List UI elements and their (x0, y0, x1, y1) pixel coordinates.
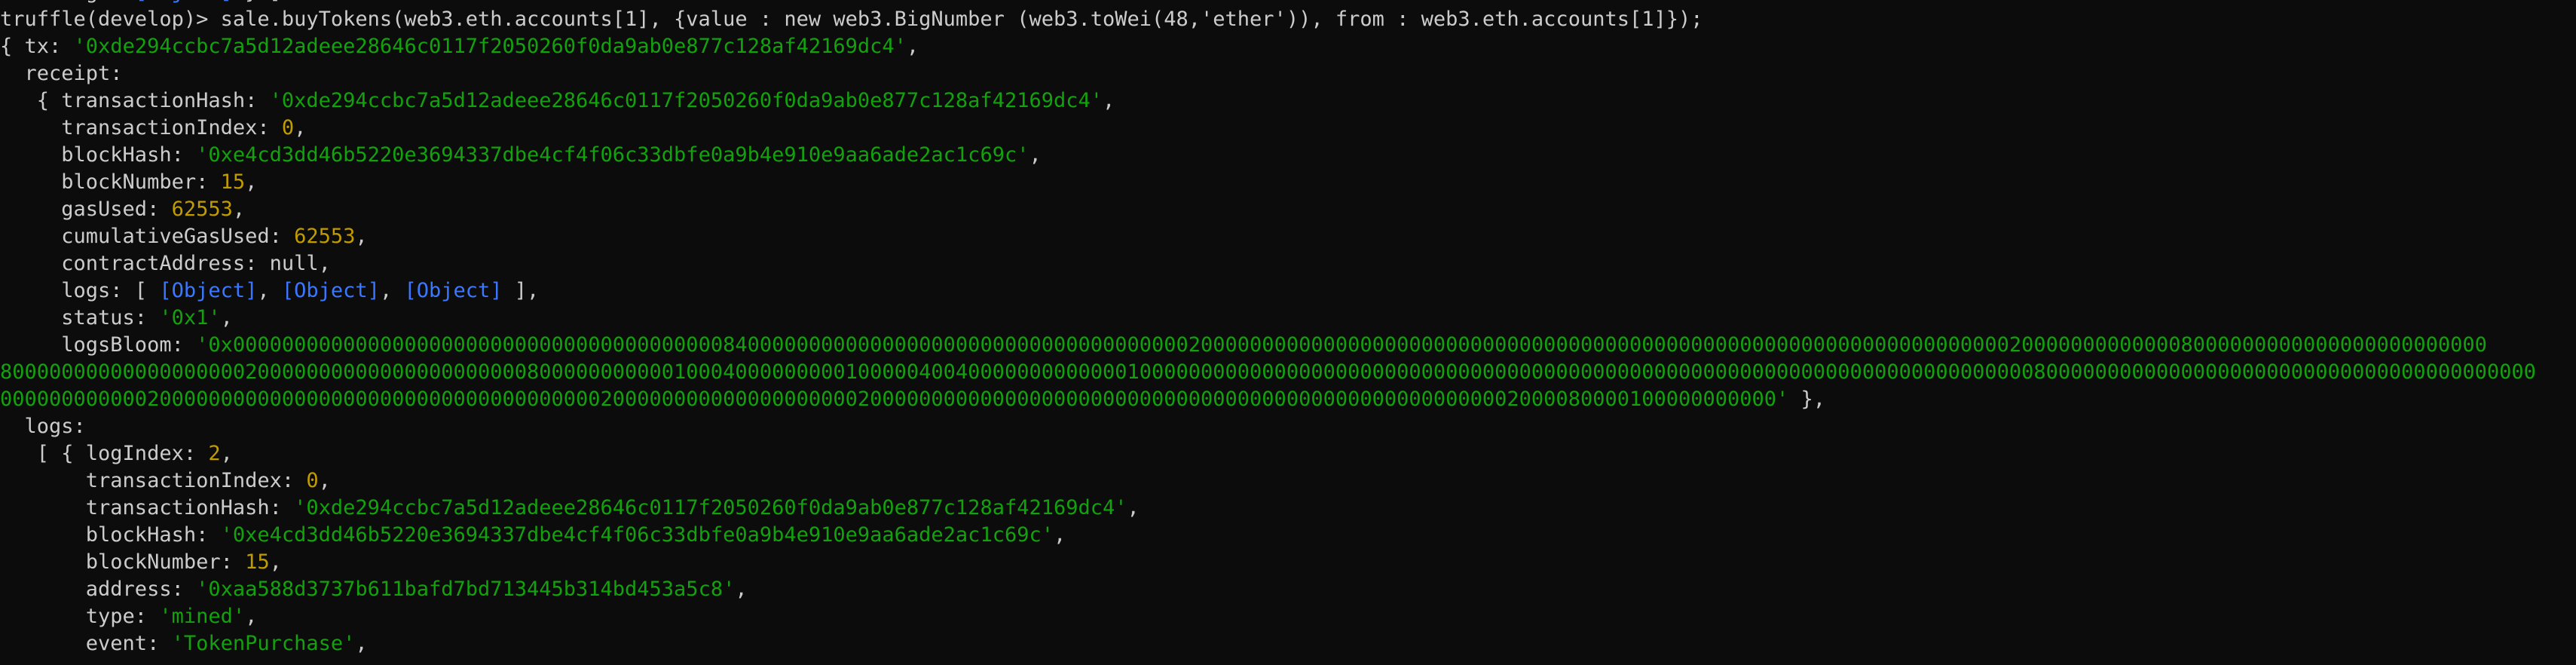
object-token: [Object] (404, 279, 503, 302)
plain-text: , (294, 116, 307, 139)
plain-text: logs: (0, 415, 86, 438)
terminal-line: cumulativeGasUsed: 62553, (0, 223, 2576, 250)
plain-text: , (220, 306, 233, 329)
terminal-line: type: 'mined', (0, 603, 2576, 630)
terminal-line: { transactionHash: '0xde294ccbc7a5d12ade… (0, 87, 2576, 115)
plain-text: cumulativeGasUsed: (0, 225, 295, 248)
terminal-line: address: '0xaa588d3737b611bafd7bd713445b… (0, 576, 2576, 603)
plain-text: blockNumber: (0, 550, 246, 574)
plain-text: }, (1788, 388, 1826, 411)
plain-text: , (257, 279, 282, 302)
terminal-line: blockHash: '0xe4cd3dd46b5220e3694337dbe4… (0, 142, 2576, 169)
terminal-line: logs: [ [Object], [Object], [Object] ], (0, 277, 2576, 305)
plain-text: , (355, 632, 368, 655)
string-token: '0xaa588d3737b611bafd7bd713445b314bd453a… (196, 578, 736, 601)
plain-text: { transactionHash: (0, 89, 270, 112)
string-token: '0x0000000000000000000000000000000000000… (196, 333, 2487, 357)
plain-text: , (245, 170, 258, 194)
plain-text: blockHash: (0, 143, 197, 167)
plain-text: { tx: (0, 35, 74, 58)
plain-text: , (1127, 496, 1140, 519)
terminal-line: [ { logIndex: 2, (0, 440, 2576, 467)
terminal-line: gasUsed: 62553, (0, 196, 2576, 223)
terminal-line: blockNumber: 15, (0, 169, 2576, 196)
terminal-line: 8000000000000000000020000000000000000000… (0, 359, 2576, 386)
number-token: 0 (281, 116, 295, 139)
number-token: 62553 (171, 198, 233, 221)
plain-text: , (220, 442, 233, 465)
object-token: [Object] (135, 0, 233, 4)
plain-text: , (1029, 143, 1042, 167)
plain-text: ], (502, 279, 540, 302)
plain-text: , (379, 279, 405, 302)
terminal-line: status: '0x1', (0, 305, 2576, 332)
terminal-line: receipt: (0, 60, 2576, 87)
plain-text: transactionIndex: (0, 116, 282, 139)
terminal-line: transactionHash: '0xde294ccbc7a5d12adeee… (0, 495, 2576, 522)
string-token: '0x1' (159, 306, 221, 329)
number-token: 15 (220, 170, 246, 194)
terminal-line: args: [Object] } ] (0, 0, 2576, 6)
terminal-line: event: 'TokenPurchase', (0, 630, 2576, 657)
plain-text: , (906, 35, 919, 58)
string-token: '0xde294ccbc7a5d12adeee28646c0117f205026… (269, 89, 1103, 112)
plain-text: , (232, 198, 246, 221)
string-token: '0xde294ccbc7a5d12adeee28646c0117f205026… (294, 496, 1127, 519)
number-token: 15 (245, 550, 270, 574)
object-token: [Object] (159, 279, 258, 302)
terminal-line: blockHash: '0xe4cd3dd46b5220e3694337dbe4… (0, 522, 2576, 549)
plain-text: address: (0, 578, 197, 601)
plain-text: logs: [ (0, 279, 160, 302)
string-token: '0xde294ccbc7a5d12adeee28646c0117f205026… (73, 35, 907, 58)
terminal-line: logs: (0, 413, 2576, 440)
plain-text: transactionIndex: (0, 469, 307, 492)
plain-text: } ] (233, 0, 282, 4)
terminal-line: contractAddress: null, (0, 250, 2576, 277)
plain-text: logsBloom: (0, 333, 197, 357)
string-token: 0000000000002000000000000000000000000000… (0, 388, 1789, 411)
plain-text: blockNumber: (0, 170, 221, 194)
plain-text: [ { logIndex: (0, 442, 209, 465)
string-token: 8000000000000000000020000000000000000000… (0, 360, 2536, 384)
plain-text: event: (0, 632, 172, 655)
number-token: 0 (306, 469, 319, 492)
plain-text: args: (61, 0, 135, 4)
terminal-line: truffle(develop)> sale.buyTokens(web3.et… (0, 6, 2576, 33)
string-token: '0xe4cd3dd46b5220e3694337dbe4cf4f06c33db… (196, 143, 1029, 167)
plain-text: , (318, 469, 331, 492)
plain-text: type: (0, 605, 160, 628)
plain-text: receipt: (0, 62, 123, 85)
object-token: [Object] (281, 279, 380, 302)
plain-text: transactionHash: (0, 496, 295, 519)
plain-text: , (1103, 89, 1115, 112)
terminal-line: blockNumber: 15, (0, 549, 2576, 576)
plain-text: blockHash: (0, 523, 221, 547)
terminal-output[interactable]: args: [Object] } ] truffle(develop)> sale… (0, 0, 2576, 657)
plain-text: , (245, 605, 258, 628)
string-token: 'TokenPurchase' (171, 632, 356, 655)
plain-text: , (355, 225, 368, 248)
plain-text: , (735, 578, 748, 601)
string-token: '0xe4cd3dd46b5220e3694337dbe4cf4f06c33db… (220, 523, 1054, 547)
plain-text: , (269, 550, 282, 574)
plain-text: gasUsed: (0, 198, 172, 221)
terminal-line: 0000000000002000000000000000000000000000… (0, 386, 2576, 413)
terminal-line: transactionIndex: 0, (0, 467, 2576, 495)
terminal-line: logsBloom: '0x00000000000000000000000000… (0, 332, 2576, 359)
number-token: 62553 (294, 225, 356, 248)
plain-text: contractAddress: null, (0, 252, 331, 275)
plain-text: , (1053, 523, 1066, 547)
plain-text: status: (0, 306, 160, 329)
number-token: 2 (208, 442, 221, 465)
plain-text: truffle(develop)> sale.buyTokens(web3.et… (0, 8, 1703, 31)
terminal-line: transactionIndex: 0, (0, 115, 2576, 142)
terminal-line: { tx: '0xde294ccbc7a5d12adeee28646c0117f… (0, 33, 2576, 60)
string-token: 'mined' (159, 605, 246, 628)
